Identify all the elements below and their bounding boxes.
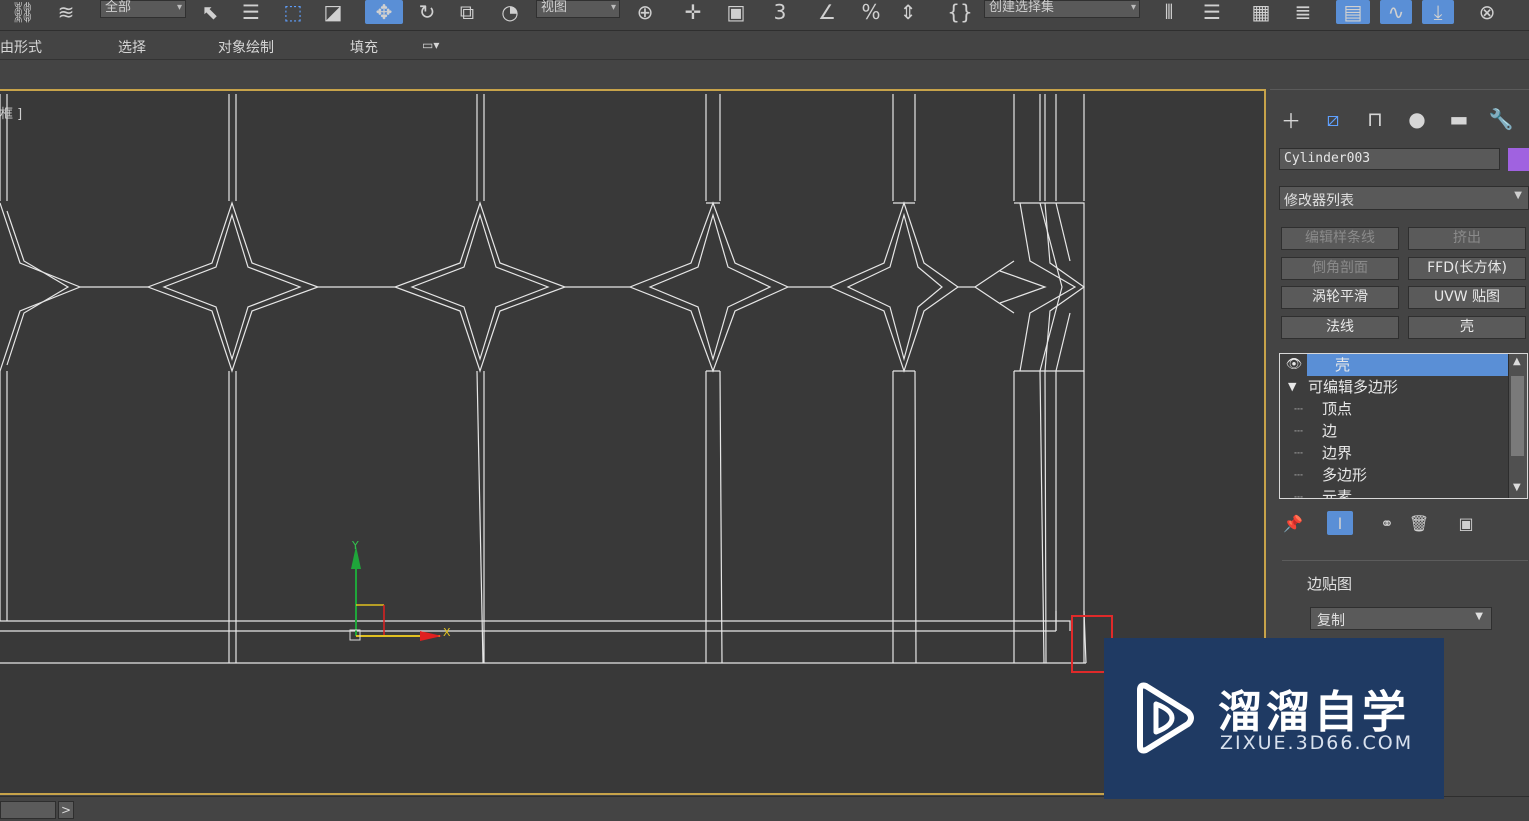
object-name-field[interactable]: Cylinder003 <box>1279 148 1500 170</box>
layer-explorer-icon[interactable]: ▦ <box>1246 0 1276 24</box>
ribbon-panel-area <box>0 60 1529 88</box>
triangle-down-icon[interactable]: ▼ <box>1288 376 1296 398</box>
modifier-button-extrude[interactable]: 挤出 <box>1408 227 1526 250</box>
modifier-stack[interactable]: 👁 壳 ▼ 可编辑多边形 ┄ 顶点 ┄ 边 ┄ 边界 ┄ 多边形 ┄ 元素 ▲ … <box>1279 353 1528 499</box>
hierarchy-tab-icon[interactable]: ⊓ <box>1360 104 1390 134</box>
stack-subitem-border-label: 边界 <box>1322 444 1353 462</box>
mirror-icon[interactable]: ⫴ <box>1152 0 1186 24</box>
axis-x-label: X <box>443 626 451 639</box>
align-icon[interactable]: ☰ <box>1195 0 1229 24</box>
pin-stack-icon[interactable]: 📌 <box>1282 511 1304 535</box>
tree-line: ┄ <box>1294 400 1304 418</box>
stack-subitem-polygon-label: 多边形 <box>1322 466 1368 484</box>
selection-filter-dropdown[interactable]: 全部 <box>100 0 186 18</box>
tree-line: ┄ <box>1294 422 1304 440</box>
snap-toggle-icon[interactable]: 3 <box>766 0 794 24</box>
place-icon[interactable]: ◔ <box>495 0 525 24</box>
select-manipulate-icon[interactable]: ✛ <box>678 0 708 24</box>
stack-subitem-edge-label: 边 <box>1322 422 1338 440</box>
angle-snap-icon[interactable]: ∠ <box>812 0 842 24</box>
ribbon-tab-populate[interactable]: 填充 <box>350 37 378 57</box>
edge-mapping-rollout-title[interactable]: 边贴图 <box>1307 573 1352 594</box>
ribbon-options-icon[interactable]: ▭▾ <box>422 38 439 52</box>
edit-named-selection-icon[interactable]: {} <box>945 0 975 24</box>
make-unique-icon[interactable]: ⚭ <box>1375 511 1399 535</box>
tree-line: ┄ <box>1294 444 1304 462</box>
rect-selection-icon[interactable]: ⬚ <box>278 0 308 24</box>
link-icon[interactable]: ⛓ <box>8 0 38 24</box>
percent-snap-icon[interactable]: % <box>856 0 886 24</box>
modifier-button-turbosmooth[interactable]: 涡轮平滑 <box>1281 286 1399 309</box>
viewport-front[interactable]: 框 ] Y X <box>0 89 1266 795</box>
select-by-name-icon[interactable]: ☰ <box>236 0 266 24</box>
select-object-icon[interactable]: ⬉ <box>195 0 225 24</box>
keyboard-shortcut-icon[interactable]: ▣ <box>721 0 751 24</box>
remove-modifier-icon[interactable]: 🗑 <box>1408 511 1430 535</box>
curve-editor-icon[interactable]: ∿ <box>1380 0 1412 24</box>
main-toolbar: ⛓ ≋ 全部 ⬉ ☰ ⬚ ◪ ✥ ↻ ⧉ ◔ 视图 ⊕ ✛ ▣ 3 ∠ % ⇕ … <box>0 0 1529 31</box>
modifier-button-ffd-box[interactable]: FFD(长方体) <box>1408 257 1526 280</box>
chevron-up-icon[interactable]: ▲ <box>1513 356 1521 367</box>
material-editor-icon[interactable]: ⊗ <box>1470 0 1504 24</box>
ribbon-tab-selection[interactable]: 选择 <box>118 37 146 57</box>
move-icon[interactable]: ✥ <box>365 0 403 24</box>
stack-item-shell-label: 壳 <box>1335 356 1351 374</box>
play-logo-icon <box>1137 682 1194 754</box>
stack-item-editable-poly-label: 可编辑多边形 <box>1308 378 1399 396</box>
graphite-toggle-icon[interactable]: ▤ <box>1336 0 1370 24</box>
stack-scrollbar[interactable]: ▲ ▼ <box>1508 354 1527 498</box>
render-setup-icon[interactable]: ⤓ <box>1422 0 1454 24</box>
modifier-button-uvw-map[interactable]: UVW 贴图 <box>1408 286 1526 309</box>
modifier-button-shell[interactable]: 壳 <box>1408 316 1526 339</box>
edge-mapping-dropdown[interactable]: 复制 ▼ <box>1310 607 1492 630</box>
watermark-title: 溜溜自学 <box>1218 687 1410 738</box>
scale-icon[interactable]: ⧉ <box>452 0 482 24</box>
tree-line: ┄ <box>1294 466 1304 484</box>
modifier-list-label: 修改器列表 <box>1284 193 1354 209</box>
time-slider[interactable] <box>0 801 56 819</box>
eye-icon[interactable]: 👁 <box>1283 356 1305 374</box>
modifier-button-bevel-profile[interactable]: 倒角剖面 <box>1281 257 1399 280</box>
reference-coord-dropdown[interactable]: 视图 <box>536 0 620 18</box>
watermark-overlay: 溜溜自学 ZIXUE.3D66.COM <box>1104 638 1444 799</box>
show-end-result-icon[interactable]: Ⅰ <box>1327 511 1353 535</box>
tree-line: ┄ <box>1294 488 1304 499</box>
named-selection-dropdown[interactable]: 创建选择集 <box>984 0 1140 18</box>
chevron-down-icon: ▼ <box>1475 611 1483 622</box>
spinner-snap-icon[interactable]: ⇕ <box>894 0 922 24</box>
object-color-swatch[interactable] <box>1508 148 1529 171</box>
edge-mapping-value: 复制 <box>1317 613 1345 629</box>
chevron-down-icon[interactable]: ▼ <box>1513 482 1521 493</box>
modifier-button-normal[interactable]: 法线 <box>1281 316 1399 339</box>
stack-subitem-vertex-label: 顶点 <box>1322 400 1353 418</box>
stack-item-shell[interactable]: 👁 壳 <box>1280 354 1510 376</box>
motion-tab-icon[interactable]: ● <box>1402 104 1432 134</box>
rollout-divider <box>1282 560 1528 561</box>
stack-subitem-element-label: 元素 <box>1322 488 1353 499</box>
bind-spacewarp-icon[interactable]: ≋ <box>50 0 82 24</box>
modifier-button-edit-spline[interactable]: 编辑样条线 <box>1281 227 1399 250</box>
pivot-center-icon[interactable]: ⊕ <box>628 0 662 24</box>
chevron-down-icon: ▼ <box>1514 190 1522 201</box>
utilities-tab-icon[interactable]: 🔧 <box>1486 104 1516 134</box>
next-frame-icon[interactable]: > <box>58 801 74 819</box>
rotate-icon[interactable]: ↻ <box>412 0 442 24</box>
configure-sets-icon[interactable]: ▣ <box>1454 511 1478 535</box>
time-slider-bar: > <box>0 796 1529 821</box>
modify-tab-icon[interactable]: ⧄ <box>1318 104 1348 134</box>
ribbon: 由形式 选择 对象绘制 填充 ▭▾ <box>0 31 1529 60</box>
display-tab-icon[interactable]: ▬ <box>1444 104 1474 134</box>
ribbon-tab-object-paint[interactable]: 对象绘制 <box>218 37 274 57</box>
modifier-list-dropdown[interactable]: 修改器列表 ▼ <box>1279 186 1529 210</box>
toggle-ribbon-icon[interactable]: ≣ <box>1288 0 1318 24</box>
window-crossing-icon[interactable]: ◪ <box>318 0 348 24</box>
watermark-subtitle: ZIXUE.3D66.COM <box>1220 732 1414 754</box>
create-tab-icon[interactable]: ＋ <box>1276 104 1306 134</box>
scrollbar-thumb[interactable] <box>1511 376 1524 456</box>
wireframe-mesh: Y X <box>0 94 1087 664</box>
axis-y-label: Y <box>351 539 359 552</box>
ribbon-tab-freeform[interactable]: 由形式 <box>0 37 42 57</box>
